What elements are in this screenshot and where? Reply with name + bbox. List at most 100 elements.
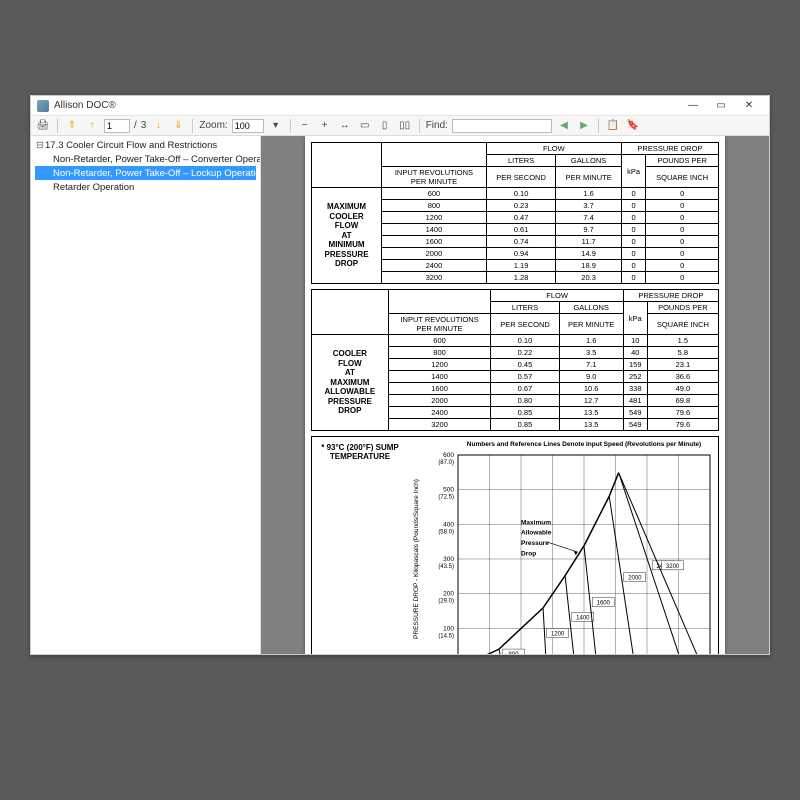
table-cell: 0: [621, 248, 646, 260]
chart-side-label: * 93°C (200°F) SUMP TEMPERATURE: [312, 437, 408, 654]
table-cell: 40: [623, 347, 647, 359]
first-page-icon[interactable]: ⇑: [64, 118, 80, 134]
zoom-out-icon[interactable]: −: [297, 118, 313, 134]
pressure-drop-chart: 0100(14.5)200(29.0)300(43.5)400(58.0)500…: [408, 437, 718, 654]
layout-facing-icon[interactable]: ▯▯: [397, 118, 413, 134]
last-page-icon[interactable]: ⇓: [170, 118, 186, 134]
table-cell: 0: [646, 236, 719, 248]
table-cell: 481: [623, 395, 647, 407]
table-cell: 0.74: [486, 236, 556, 248]
data-table-2: FLOW PRESSURE DROP LITERSGALLONS kPaPOUN…: [311, 289, 719, 431]
svg-text:1400: 1400: [576, 615, 590, 621]
maximize-button[interactable]: ▭: [707, 98, 735, 114]
svg-text:(72.5): (72.5): [438, 495, 454, 501]
table-cell: 0.57: [491, 371, 559, 383]
table-cell: 0: [646, 260, 719, 272]
table-cell: 0.94: [486, 248, 556, 260]
table-cell: 9.7: [556, 224, 621, 236]
table-cell: 0: [646, 224, 719, 236]
table-cell: 13.5: [559, 419, 623, 431]
page-input[interactable]: [104, 119, 130, 133]
table-cell: 18.9: [556, 260, 621, 272]
svg-text:800: 800: [509, 652, 520, 654]
table-cell: 0.22: [491, 347, 559, 359]
table-cell: 3.5: [559, 347, 623, 359]
bookmark-icon[interactable]: 🔖: [625, 118, 641, 134]
app-icon: [37, 100, 49, 112]
data-table-1: FLOW PRESSURE DROP LITERSGALLONS kPaPOUN…: [311, 142, 719, 284]
print-icon[interactable]: 🖨: [35, 118, 51, 134]
table-cell: 12.7: [559, 395, 623, 407]
titlebar: Allison DOC® — ▭ ✕: [31, 96, 769, 116]
fit-width-icon[interactable]: ↔: [337, 118, 353, 134]
table-cell: 1200: [388, 359, 491, 371]
table-cell: 0.80: [491, 395, 559, 407]
next-page-icon[interactable]: ↓: [150, 118, 166, 134]
svg-text:PRESSURE DROP - Kilopascals (: PRESSURE DROP - Kilopascals (Pounds/Squa…: [413, 479, 420, 639]
tree-child[interactable]: Non-Retarder, Power Take-Off – Lockup Op…: [35, 166, 256, 180]
tree-child[interactable]: Non-Retarder, Power Take-Off – Converter…: [35, 152, 256, 166]
svg-text:600: 600: [443, 452, 454, 459]
table-cell: 0.85: [491, 407, 559, 419]
find-prev-icon[interactable]: ◀: [556, 118, 572, 134]
chart-container: * 93°C (200°F) SUMP TEMPERATURE 0100(14.…: [311, 436, 719, 654]
zoom-in-icon[interactable]: +: [317, 118, 333, 134]
table-cell: 0: [621, 272, 646, 284]
prev-page-icon[interactable]: ↑: [84, 118, 100, 134]
table-cell: 0.10: [491, 335, 559, 347]
svg-text:(14.5): (14.5): [438, 633, 454, 639]
table-cell: 0: [646, 248, 719, 260]
fit-page-icon[interactable]: ▭: [357, 118, 373, 134]
document-pane[interactable]: FLOW PRESSURE DROP LITERSGALLONS kPaPOUN…: [261, 136, 769, 654]
table-cell: 0: [621, 212, 646, 224]
tree-parent[interactable]: ⊟ 17.3 Cooler Circuit Flow and Restricti…: [35, 138, 256, 152]
table-cell: 0: [621, 224, 646, 236]
layout-single-icon[interactable]: ▯: [377, 118, 393, 134]
svg-text:Numbers and Reference Lines De: Numbers and Reference Lines Denote Input…: [467, 441, 701, 448]
table-cell: 1600: [388, 383, 491, 395]
find-input[interactable]: [452, 119, 552, 133]
table-cell: 1.6: [556, 188, 621, 200]
zoom-dropdown-icon[interactable]: ▾: [268, 118, 284, 134]
tree-child[interactable]: Retarder Operation: [35, 180, 256, 194]
table-cell: 3200: [382, 272, 487, 284]
table-cell: 0: [621, 260, 646, 272]
svg-text:100: 100: [443, 625, 454, 632]
table-cell: 10: [623, 335, 647, 347]
table-cell: 252: [623, 371, 647, 383]
table-cell: 0.10: [486, 188, 556, 200]
find-next-icon[interactable]: ▶: [576, 118, 592, 134]
table-cell: 10.6: [559, 383, 623, 395]
svg-text:Pressure: Pressure: [521, 540, 549, 547]
find-label: Find:: [426, 120, 448, 131]
svg-text:3200: 3200: [666, 564, 680, 570]
minimize-button[interactable]: —: [679, 98, 707, 114]
table-cell: 159: [623, 359, 647, 371]
zoom-label: Zoom:: [199, 120, 227, 131]
table-cell: 23.1: [647, 359, 718, 371]
table-cell: 1400: [388, 371, 491, 383]
table-cell: 0.61: [486, 224, 556, 236]
table-cell: 2400: [388, 407, 491, 419]
table-cell: 0: [646, 200, 719, 212]
svg-text:2000: 2000: [628, 576, 642, 582]
svg-text:Allowable: Allowable: [521, 530, 552, 537]
table-cell: 2400: [382, 260, 487, 272]
table-cell: 13.5: [559, 407, 623, 419]
svg-text:200: 200: [443, 591, 454, 598]
svg-text:(87.0): (87.0): [438, 460, 454, 466]
page-sep: /: [134, 120, 137, 131]
tree-parent-label: 17.3 Cooler Circuit Flow and Restriction…: [45, 140, 217, 151]
table-cell: 9.0: [559, 371, 623, 383]
table-cell: 0: [646, 212, 719, 224]
close-button[interactable]: ✕: [735, 98, 763, 114]
table-cell: 14.9: [556, 248, 621, 260]
copy-icon[interactable]: 📋: [605, 118, 621, 134]
collapse-icon[interactable]: ⊟: [35, 140, 45, 151]
table-cell: 1.19: [486, 260, 556, 272]
table-rowhead: COOLERFLOWATMAXIMUMALLOWABLEPRESSUREDROP: [312, 335, 389, 431]
zoom-input[interactable]: [232, 119, 264, 133]
table-cell: 49.0: [647, 383, 718, 395]
table-cell: 1600: [382, 236, 487, 248]
table-cell: 79.6: [647, 407, 718, 419]
